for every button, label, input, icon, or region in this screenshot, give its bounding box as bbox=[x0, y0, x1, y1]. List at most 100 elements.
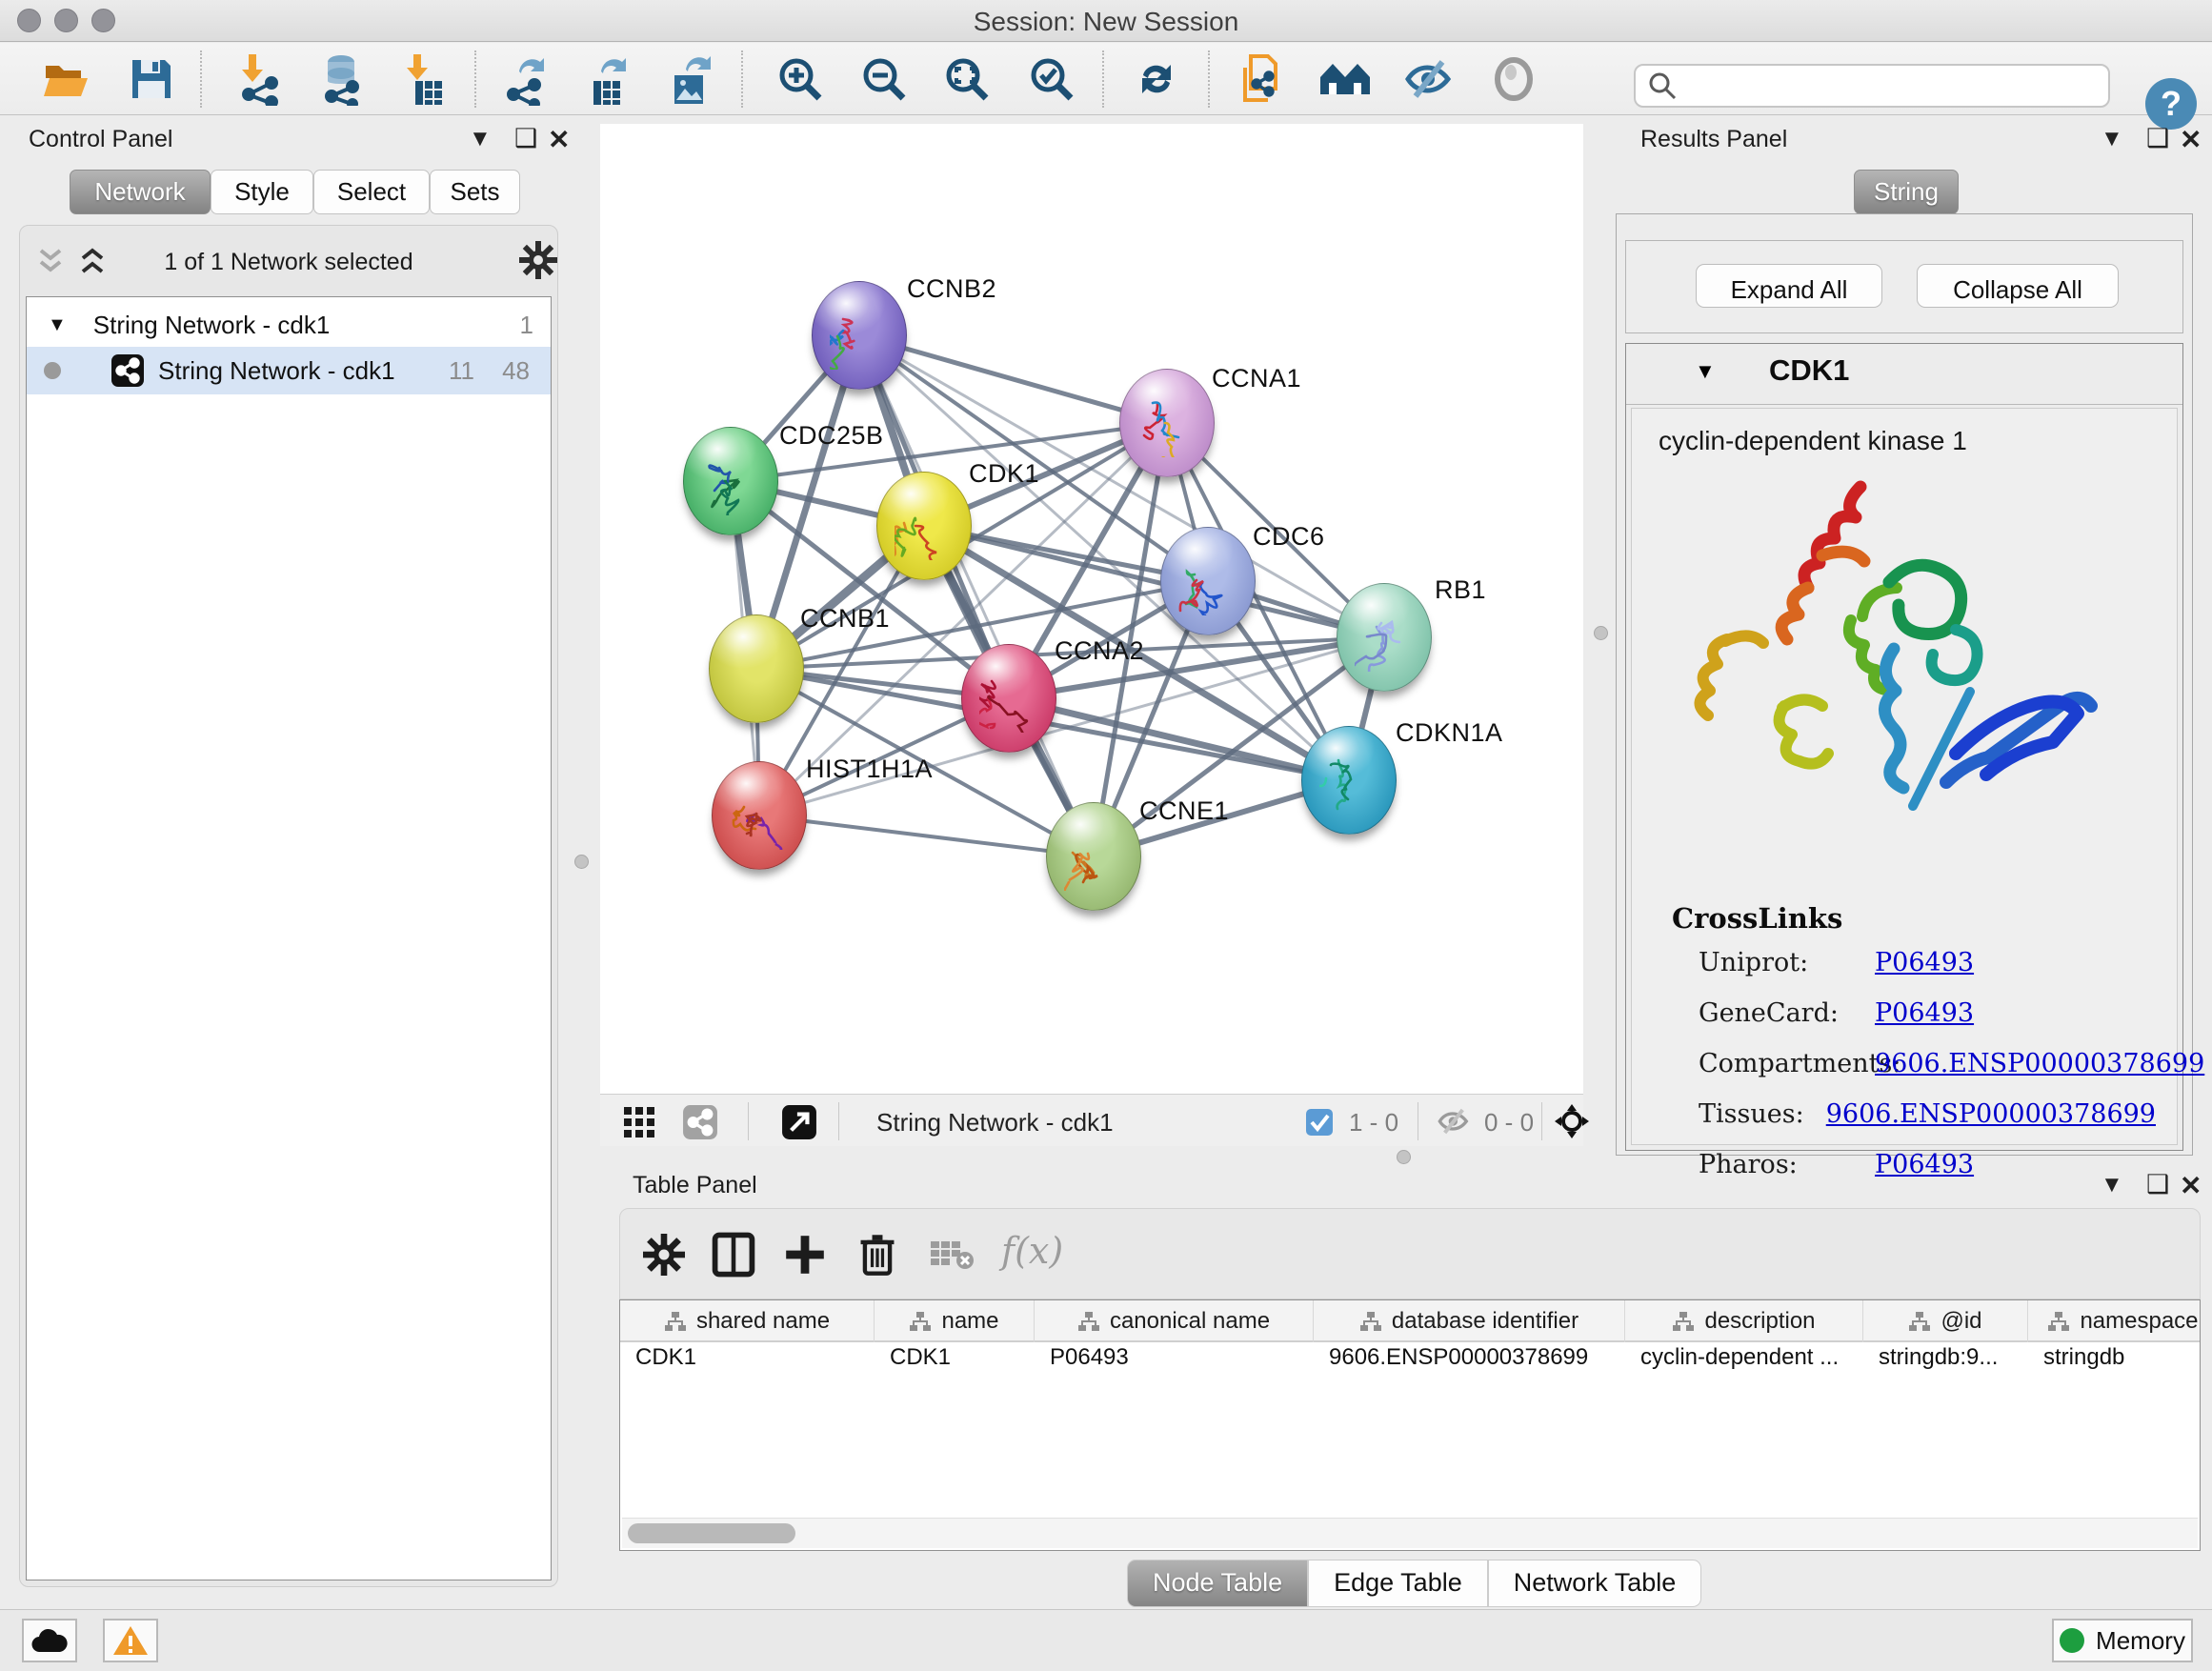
tab-style[interactable]: Style bbox=[211, 170, 313, 214]
table-cell[interactable]: CDK1 bbox=[620, 1344, 875, 1382]
crosslink-value-link[interactable]: 9606.ENSP00000378699 bbox=[1875, 1049, 2204, 1078]
column-header-canonical-name[interactable]: canonical name bbox=[1035, 1300, 1314, 1342]
zoom-fit-button[interactable] bbox=[940, 52, 994, 106]
show-graphics-details-button[interactable] bbox=[1487, 52, 1540, 106]
column-header-name[interactable]: name bbox=[875, 1300, 1035, 1342]
import-network-file-button[interactable] bbox=[233, 52, 287, 106]
first-neighbors-button[interactable] bbox=[1318, 52, 1372, 106]
export-image-button[interactable] bbox=[665, 52, 718, 106]
collapse-all-button[interactable]: Collapse All bbox=[1917, 264, 2119, 308]
clone-network-button[interactable] bbox=[1236, 52, 1289, 106]
select-columns-icon[interactable] bbox=[712, 1232, 755, 1278]
column-header-shared-name[interactable]: shared name bbox=[620, 1300, 875, 1342]
node-ccne1[interactable] bbox=[1046, 802, 1141, 911]
selected-checkbox-icon[interactable] bbox=[1305, 1108, 1334, 1137]
node-hist1h1a[interactable] bbox=[712, 761, 807, 870]
node-label-cdk1: CDK1 bbox=[969, 459, 1039, 489]
crosslink-value-link[interactable]: P06493 bbox=[1875, 948, 1974, 977]
column-header-database-identifier[interactable]: database identifier bbox=[1314, 1300, 1625, 1342]
table-cell[interactable]: stringdb bbox=[2028, 1344, 2201, 1382]
tab-node-table[interactable]: Node Table bbox=[1127, 1560, 1308, 1607]
zoom-selected-button[interactable] bbox=[1025, 52, 1078, 106]
node-cdc6[interactable] bbox=[1160, 527, 1256, 635]
birds-eye-toggle-icon[interactable] bbox=[1553, 1102, 1591, 1140]
column-header-description[interactable]: description bbox=[1625, 1300, 1863, 1342]
panel-menu-icon[interactable]: ▼ bbox=[469, 126, 492, 152]
float-panel-icon[interactable]: ❑ bbox=[514, 124, 537, 153]
expander-icon[interactable]: ▼ bbox=[48, 314, 67, 336]
gear-icon[interactable] bbox=[519, 241, 557, 279]
crosslink-value-link[interactable]: 9606.ENSP00000378699 bbox=[1826, 1099, 2156, 1129]
crosslink-value-link[interactable]: P06493 bbox=[1875, 998, 1974, 1028]
expander-icon[interactable]: ▼ bbox=[1695, 359, 1716, 384]
gear-icon[interactable] bbox=[643, 1234, 685, 1276]
table-row[interactable]: CDK1CDK1P064939606.ENSP00000378699cyclin… bbox=[620, 1344, 2201, 1382]
table-cell[interactable]: cyclin-dependent ... bbox=[1625, 1344, 1863, 1382]
show-hide-button[interactable] bbox=[1402, 52, 1456, 106]
delete-column-icon[interactable] bbox=[856, 1232, 898, 1278]
network-badge-gray-icon[interactable] bbox=[682, 1104, 718, 1140]
vertical-splitter-handle[interactable] bbox=[1594, 626, 1608, 640]
hidden-eye-icon[interactable] bbox=[1435, 1106, 1473, 1137]
table-cell[interactable]: P06493 bbox=[1035, 1344, 1314, 1382]
network-row[interactable]: String Network - cdk1 11 48 bbox=[27, 347, 551, 394]
table-cell[interactable]: CDK1 bbox=[875, 1344, 1035, 1382]
panel-menu-icon[interactable]: ▼ bbox=[2101, 126, 2123, 152]
export-table-button[interactable] bbox=[582, 52, 635, 106]
add-column-icon[interactable] bbox=[784, 1234, 826, 1276]
float-panel-icon[interactable]: ❑ bbox=[2146, 1170, 2169, 1199]
tab-select[interactable]: Select bbox=[313, 170, 430, 214]
tab-edge-table[interactable]: Edge Table bbox=[1308, 1560, 1488, 1607]
close-panel-icon[interactable]: ✕ bbox=[2180, 124, 2202, 155]
scrollbar-thumb[interactable] bbox=[628, 1523, 795, 1543]
save-session-button[interactable] bbox=[125, 52, 178, 106]
edge-CCNE1-HIST1H1A[interactable] bbox=[759, 815, 1094, 856]
export-network-button[interactable] bbox=[500, 52, 553, 106]
table-cell[interactable]: 9606.ENSP00000378699 bbox=[1314, 1344, 1625, 1382]
cloud-button[interactable] bbox=[22, 1619, 77, 1662]
node-ccnb2[interactable] bbox=[812, 281, 907, 390]
node-ccna1[interactable] bbox=[1119, 369, 1215, 477]
zoom-fit-icon bbox=[942, 54, 992, 104]
help-button[interactable]: ? bbox=[2145, 78, 2197, 130]
tab-sets[interactable]: Sets bbox=[430, 170, 520, 214]
search-input[interactable] bbox=[1678, 72, 2087, 99]
open-session-button[interactable] bbox=[40, 52, 93, 106]
node-ccna2[interactable] bbox=[961, 644, 1056, 753]
node-ccnb1[interactable] bbox=[709, 614, 804, 723]
close-panel-icon[interactable]: ✕ bbox=[2180, 1170, 2202, 1201]
memory-button[interactable]: Memory bbox=[2052, 1619, 2193, 1662]
network-canvas[interactable]: CCNB2CCNA1CDC25BCDK1CDC6RB1CCNB1CCNA2CDK… bbox=[600, 124, 1583, 1094]
warnings-button[interactable] bbox=[103, 1619, 158, 1662]
node-cdc25b[interactable] bbox=[683, 427, 778, 535]
vertical-splitter-handle[interactable] bbox=[574, 855, 589, 869]
close-panel-icon[interactable]: ✕ bbox=[548, 124, 570, 155]
node-cdkn1a[interactable] bbox=[1301, 726, 1397, 835]
tab-string[interactable]: String bbox=[1854, 170, 1959, 214]
network-collection-row[interactable]: ▼ String Network - cdk1 1 bbox=[27, 303, 551, 347]
column-header-namespace[interactable]: namespace bbox=[2028, 1300, 2201, 1342]
import-table-file-button[interactable] bbox=[398, 52, 452, 106]
horizontal-scrollbar[interactable] bbox=[622, 1518, 2198, 1548]
tab-network-table[interactable]: Network Table bbox=[1488, 1560, 1702, 1607]
float-panel-icon[interactable]: ❑ bbox=[2146, 124, 2169, 153]
column-header--id[interactable]: @id bbox=[1863, 1300, 2028, 1342]
crosslink-value-link[interactable]: P06493 bbox=[1875, 1150, 1974, 1179]
table-cell[interactable]: stringdb:9... bbox=[1863, 1344, 2028, 1382]
search-icon bbox=[1647, 70, 1678, 101]
delete-table-icon[interactable] bbox=[929, 1238, 975, 1272]
horizontal-splitter-handle[interactable] bbox=[1397, 1150, 1411, 1164]
tab-network[interactable]: Network bbox=[70, 170, 211, 214]
expand-all-button[interactable]: Expand All bbox=[1696, 264, 1882, 308]
grid-mode-icon[interactable] bbox=[623, 1106, 655, 1138]
zoom-in-button[interactable] bbox=[774, 52, 827, 106]
cdk1-section-header[interactable]: ▼ CDK1 bbox=[1626, 344, 2182, 405]
apply-layout-button[interactable] bbox=[1130, 52, 1183, 106]
import-network-database-button[interactable] bbox=[314, 52, 368, 106]
node-rb1[interactable] bbox=[1337, 583, 1432, 692]
panel-menu-icon[interactable]: ▼ bbox=[2101, 1172, 2123, 1198]
open-in-new-window-icon[interactable] bbox=[781, 1104, 817, 1140]
function-builder-icon[interactable]: f(x) bbox=[1001, 1230, 1063, 1272]
node-cdk1[interactable] bbox=[876, 472, 972, 580]
zoom-out-button[interactable] bbox=[857, 52, 911, 106]
